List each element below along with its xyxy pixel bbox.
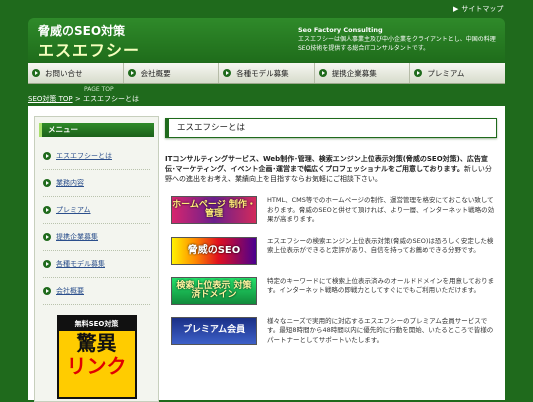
sidebar-item-label[interactable]: 業務内容	[56, 178, 84, 188]
service-image-homepage[interactable]: ホームページ 制作・管理	[171, 196, 257, 224]
menu-bullet-icon	[43, 287, 51, 295]
menu-bullet-icon	[43, 206, 51, 214]
header-desc-title: Seo Factory Consulting	[298, 26, 383, 34]
sidebar-item-label[interactable]: 各種モデル募集	[56, 259, 105, 269]
nav-label[interactable]: お問い合せ	[45, 68, 83, 79]
service-row: 検索上位表示 対策済ドメイン 特定のキーワードにて検索上位表示済みのオールドドメ…	[165, 276, 497, 305]
nav-bullet-icon	[414, 69, 423, 77]
sidebar-item-partners[interactable]: 提携企業募集	[43, 224, 150, 251]
service-row: プレミアム会員 様々なニーズで実用的に対応するエスエフシーのプレミアム会員サービ…	[165, 316, 497, 346]
sitemap-label[interactable]: サイトマップ	[461, 5, 503, 13]
intro-bold: ITコンサルティングサービス、Web制作･管理、検索エンジン上位表示対策(脅威の…	[165, 155, 488, 173]
nav-item-company[interactable]: 会社概要	[124, 63, 220, 83]
main-content: エスエフシーとは ITコンサルティングサービス、Web制作･管理、検索エンジン上…	[165, 118, 497, 400]
menu-bullet-icon	[43, 179, 51, 187]
pagetop-link[interactable]: PAGE TOP	[84, 86, 114, 93]
menu-bullet-icon	[43, 260, 51, 268]
service-row: 脅威のSEO エスエフシーの検索エンジン上位表示対策(脅威のSEO)は恐ろしく安…	[165, 236, 497, 265]
nav-bullet-icon	[223, 69, 232, 77]
service-image-domain[interactable]: 検索上位表示 対策済ドメイン	[171, 276, 257, 305]
service-image-premium[interactable]: プレミアム会員	[171, 316, 257, 345]
service-text: 特定のキーワードにて検索上位表示済みのオールドドメインを用意しております。インタ…	[267, 276, 495, 295]
site-logo[interactable]: 脅威のSEO対策 エスエフシー	[38, 22, 140, 61]
global-nav: お問い合せ 会社概要 各種モデル募集 提携企業募集 プレミアム	[28, 63, 505, 84]
sidebar-menu-title: メニュー	[39, 123, 154, 137]
nav-label[interactable]: 会社概要	[141, 68, 171, 79]
banner-line1: 無料SEO対策	[58, 317, 135, 331]
sidebar-item-company[interactable]: 会社概要	[43, 278, 150, 305]
nav-bullet-icon	[32, 69, 40, 77]
page-title: エスエフシーとは	[165, 118, 497, 138]
sidebar: メニュー エスエフシーとは 業務内容 プレミアム 提携企業募集 各種モデル募集 …	[34, 116, 159, 402]
sidebar-item-label[interactable]: 提携企業募集	[56, 232, 98, 242]
service-image-seo[interactable]: 脅威のSEO	[171, 236, 257, 265]
sidebar-item-label[interactable]: プレミアム	[56, 205, 91, 215]
breadcrumb-home-link[interactable]: SEO対策 TOP	[28, 95, 73, 103]
nav-label[interactable]: 各種モデル募集	[236, 68, 289, 79]
sidebar-item-models[interactable]: 各種モデル募集	[43, 251, 150, 278]
intro-text: ITコンサルティングサービス、Web制作･管理、検索エンジン上位表示対策(脅威の…	[165, 154, 497, 184]
nav-bullet-icon	[318, 69, 327, 77]
service-text: HTML、CMS等でのホームページの制作、運営管理を格安にておこない致しておりま…	[267, 196, 495, 223]
service-row: ホームページ 制作・管理 HTML、CMS等でのホームページの制作、運営管理を格…	[165, 196, 497, 225]
free-seo-banner[interactable]: 無料SEO対策 驚異 リンク	[56, 315, 137, 399]
nav-item-models[interactable]: 各種モデル募集	[219, 63, 315, 83]
sidebar-item-premium[interactable]: プレミアム	[43, 197, 150, 224]
service-text: エスエフシーの検索エンジン上位表示対策(脅威のSEO)は恐ろしく安定した検索上位…	[267, 236, 494, 255]
nav-label[interactable]: プレミアム	[427, 68, 464, 79]
arrow-icon: ▶	[453, 5, 459, 13]
sidebar-item-label[interactable]: 会社概要	[56, 286, 84, 296]
menu-bullet-icon	[43, 152, 51, 160]
banner-line2: 驚異	[76, 331, 117, 355]
top-bar: ▶ サイトマップ	[0, 0, 533, 18]
sitemap-link[interactable]: ▶ サイトマップ	[453, 4, 503, 14]
nav-item-partners[interactable]: 提携企業募集	[315, 63, 411, 83]
sidebar-item-business[interactable]: 業務内容	[43, 170, 150, 197]
service-text: 様々なニーズで実用的に対応するエスエフシーのプレミアム会員サービスです。最短8時…	[267, 316, 494, 344]
header-desc-text: エスエフシーは個人事業主及び中小企業をクライアントとし、中国の料理SEO技術を提…	[298, 36, 496, 52]
nav-bullet-icon	[127, 69, 136, 77]
nav-item-contact[interactable]: お問い合せ	[28, 63, 124, 83]
logo-line2[interactable]: エスエフシー	[38, 37, 140, 61]
sidebar-item-about[interactable]: エスエフシーとは	[43, 143, 150, 170]
nav-label[interactable]: 提携企業募集	[332, 68, 377, 79]
header-description: Seo Factory Consulting エスエフシーは個人事業主及び中小企…	[298, 26, 503, 53]
banner-line3: リンク	[66, 354, 127, 378]
breadcrumb-separator: >	[74, 95, 81, 103]
sidebar-item-label[interactable]: エスエフシーとは	[56, 151, 112, 161]
breadcrumb: SEO対策 TOP > エスエフシーとは	[28, 94, 139, 104]
breadcrumb-bar: PAGE TOP SEO対策 TOP > エスエフシーとは	[28, 84, 505, 106]
content-area: メニュー エスエフシーとは 業務内容 プレミアム 提携企業募集 各種モデル募集 …	[28, 106, 505, 402]
menu-bullet-icon	[43, 233, 51, 241]
breadcrumb-current: エスエフシーとは	[82, 95, 139, 103]
site-header: 脅威のSEO対策 エスエフシー Seo Factory Consulting エ…	[28, 18, 505, 62]
nav-item-premium[interactable]: プレミアム	[410, 63, 505, 83]
